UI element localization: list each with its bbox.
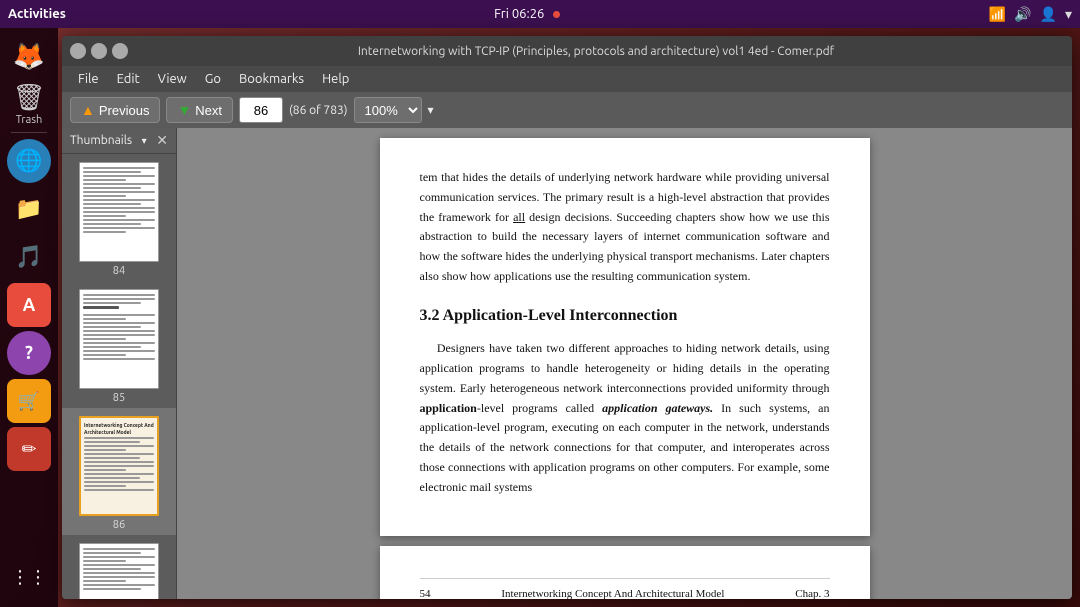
topbar-center: Fri 06:26 [494,7,560,21]
thumb-page-87 [79,543,159,599]
activities-button[interactable]: Activities [8,7,66,21]
menu-go[interactable]: Go [197,70,229,88]
user-icon: 👤 [1040,6,1057,23]
thumbnail-84[interactable]: 84 [62,154,176,281]
trash-label: Trash [16,114,43,126]
menu-bookmarks[interactable]: Bookmarks [231,70,312,88]
thumbnails-header: Thumbnails ▾ ✕ [62,128,176,154]
menu-edit[interactable]: Edit [109,70,148,88]
prev-label: Previous [99,103,150,118]
page-info: (86 of 783) [289,104,348,117]
thumbnails-dropdown-icon[interactable]: ▾ [142,135,147,147]
menu-help[interactable]: Help [314,70,357,88]
menu-view[interactable]: View [150,70,195,88]
thumb-page-84 [79,162,159,262]
underline-all-1: all [513,210,525,224]
section-heading-3-2: 3.2 Application-Level Interconnection [420,303,830,329]
content-area: Thumbnails ▾ ✕ [62,128,1072,599]
dock-icon-files[interactable]: 📁 [7,187,51,231]
thumb-page-86: Internetworking Concept And Architectura… [79,416,159,516]
dock-icon-network[interactable]: 🌐 [7,139,51,183]
prev-arrow-icon: ▲ [81,102,95,118]
window-titlebar: Internetworking with TCP-IP (Principles,… [62,36,1072,66]
thumbnail-87[interactable]: 87 [62,535,176,599]
pdf-page-bottom: 54 Internetworking Concept And Architect… [380,546,870,599]
page-top-para2: Designers have taken two different appro… [420,339,830,497]
topbar-right: 📶 🔊 👤 ▾ [989,6,1072,23]
footer-title: Internetworking Concept And Architectura… [431,585,796,599]
thumb-label-85: 85 [113,392,125,404]
window-controls [70,43,128,59]
pdf-footer: 54 Internetworking Concept And Architect… [420,578,830,599]
page-top-para1: tem that hides the details of underlying… [420,168,830,287]
pdf-window: Internetworking with TCP-IP (Principles,… [62,36,1072,599]
next-arrow-icon: ▼ [177,102,191,118]
dock-icon-sketch[interactable]: ✏ [7,427,51,471]
topbar: Activities Fri 06:26 📶 🔊 👤 ▾ [0,0,1080,28]
next-label: Next [195,103,222,118]
dock-icon-help[interactable]: ? [7,331,51,375]
topbar-left: Activities [8,7,66,21]
dock-icon-amazon[interactable]: 🛒 [7,379,51,423]
thumbnail-85[interactable]: 85 [62,281,176,408]
dock: 🦊 🗑 Trash 🌐 📁 🎵 A ? 🛒 ✏ ⋮⋮ [0,28,58,607]
wifi-icon: 📶 [989,6,1006,23]
chevron-down-icon: ▾ [1065,6,1072,23]
clock: Fri 06:26 [494,7,544,21]
notification-dot [553,11,560,18]
page-number-input[interactable] [239,97,283,123]
pdf-page-top: tem that hides the details of underlying… [380,138,870,536]
pdf-content[interactable]: tem that hides the details of underlying… [177,128,1072,599]
zoom-dropdown-icon: ▾ [428,103,434,117]
thumbnails-close-button[interactable]: ✕ [156,132,168,149]
next-button[interactable]: ▼ Next [166,97,233,123]
dock-icon-trash[interactable]: 🗑 Trash [7,82,51,126]
thumbnails-label: Thumbnails [70,134,132,147]
menu-bar: File Edit View Go Bookmarks Help [62,66,1072,92]
thumb-label-84: 84 [113,265,125,277]
trash-icon: 🗑 [12,82,45,113]
dock-grid-button[interactable]: ⋮⋮ [7,555,51,599]
bold-application: application [420,401,477,415]
window-close-button[interactable] [112,43,128,59]
zoom-select[interactable]: 100% 50% 75% 125% 150% 200% [354,97,422,123]
thumb-page-85 [79,289,159,389]
dock-icon-music[interactable]: 🎵 [7,235,51,279]
window-maximize-button[interactable] [91,43,107,59]
menu-file[interactable]: File [70,70,107,88]
window-title: Internetworking with TCP-IP (Principles,… [128,45,1064,58]
footer-page-num: 54 [420,585,431,599]
thumb-label-86: 86 [113,519,125,531]
volume-icon: 🔊 [1014,6,1031,23]
dock-icon-appstore[interactable]: A [7,283,51,327]
thumbnail-86[interactable]: Internetworking Concept And Architectura… [62,408,176,535]
dock-icon-firefox[interactable]: 🦊 [7,34,51,78]
prev-button[interactable]: ▲ Previous [70,97,160,123]
footer-chap: Chap. 3 [795,585,829,599]
italic-application-gateways: application gateways. [602,401,713,415]
window-minimize-button[interactable] [70,43,86,59]
toolbar: ▲ Previous ▼ Next (86 of 783) 100% 50% 7… [62,92,1072,128]
thumbnails-panel: Thumbnails ▾ ✕ [62,128,177,599]
dock-separator [11,132,47,133]
desktop: 🦊 🗑 Trash 🌐 📁 🎵 A ? 🛒 ✏ ⋮⋮ Internetworki… [0,28,1080,607]
